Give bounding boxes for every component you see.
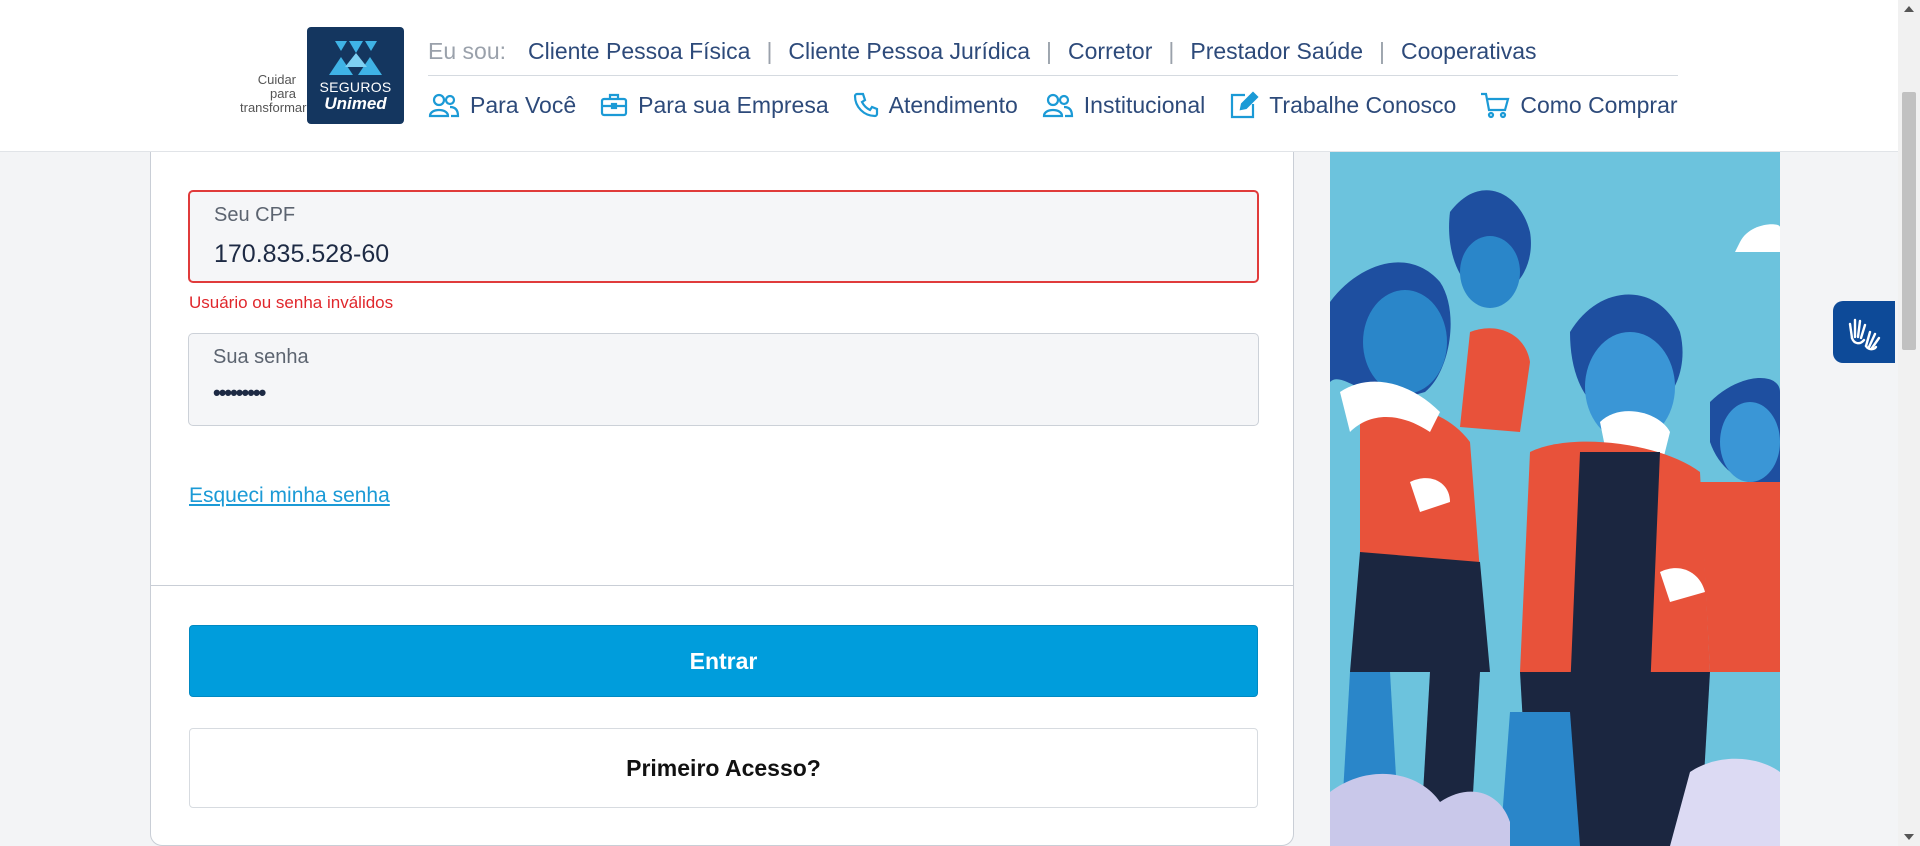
seguros-unimed-logo[interactable]: SEGUROS Unimed [307,27,404,124]
logo-text-unimed: Unimed [324,94,387,113]
separator: | [1168,38,1175,64]
nav-label: Para Você [470,91,577,118]
nav-atendimento[interactable]: Atendimento [853,92,1018,119]
cpf-input[interactable] [214,240,1214,269]
login-button[interactable]: Entrar [189,625,1258,697]
cpf-label: Seu CPF [214,204,296,226]
site-header: Cuidar para transformar SEGUROS Unimed E… [0,0,1898,152]
brand-tagline: Cuidar para transformar [240,72,307,115]
hero-illustration [1330,152,1780,846]
sign-language-icon [1848,318,1881,351]
cpf-field[interactable]: Seu CPF [188,190,1259,283]
link-corretor[interactable]: Corretor [1068,38,1152,65]
nav-para-voce[interactable]: Para Você [428,92,576,119]
users-icon [428,93,460,118]
nav-institucional[interactable]: Institucional [1042,92,1205,119]
login-error-message: Usuário ou senha inválidos [189,293,394,312]
link-pessoa-fisica[interactable]: Cliente Pessoa Física [528,38,750,65]
forgot-password-link[interactable]: Esqueci minha senha [189,484,390,508]
link-prestador-saude[interactable]: Prestador Saúde [1190,38,1363,65]
password-input[interactable]: ••••••••• [213,380,1213,406]
scroll-thumb[interactable] [1902,92,1916,350]
link-pessoa-juridica[interactable]: Cliente Pessoa Jurídica [788,38,1030,65]
nav-label: Institucional [1083,91,1206,118]
separator: | [1379,38,1385,64]
nav-label: Para sua Empresa [638,91,829,118]
password-label: Sua senha [213,346,309,368]
phone-icon [853,92,878,118]
nav-trabalhe-conosco[interactable]: Trabalhe Conosco [1229,91,1456,119]
users-icon [1042,93,1073,118]
logo-arrows-icon [329,41,382,75]
nav-label: Trabalhe Conosco [1269,91,1457,118]
nav-label: Atendimento [888,91,1018,118]
scroll-down-arrow[interactable] [1904,834,1914,840]
tagline-line-1: Cuidar [257,72,296,87]
first-access-button[interactable]: Primeiro Acesso? [189,728,1258,808]
cart-icon [1481,92,1510,119]
main-nav: Para Você Para sua Empresa Atendimento I… [428,91,1702,119]
tagline-line-2: para [269,86,296,101]
link-cooperativas[interactable]: Cooperativas [1401,38,1537,65]
card-divider [151,585,1293,586]
nav-para-sua-empresa[interactable]: Para sua Empresa [600,91,829,119]
sign-language-button[interactable] [1833,301,1895,363]
eu-sou-label: Eu sou: [428,38,506,64]
logo-text-seguros: SEGUROS [319,79,392,95]
nav-como-comprar[interactable]: Como Comprar [1480,91,1678,119]
password-field[interactable]: Sua senha ••••••••• [188,333,1259,426]
tagline-line-3: transformar [240,100,307,115]
header-divider [428,75,1678,76]
separator: | [1046,38,1053,64]
login-card: Seu CPF Usuário ou senha inválidos Sua s… [150,110,1294,846]
nav-label: Como Comprar [1520,91,1678,118]
separator: | [766,38,773,64]
family-running-illustration [1330,190,1780,846]
scroll-up-arrow[interactable] [1904,6,1914,12]
briefcase-icon [601,93,628,117]
edit-icon [1231,91,1259,119]
audience-selector: Eu sou: Cliente Pessoa Física | Cliente … [428,38,1537,65]
page-scrollbar[interactable] [1898,0,1920,846]
